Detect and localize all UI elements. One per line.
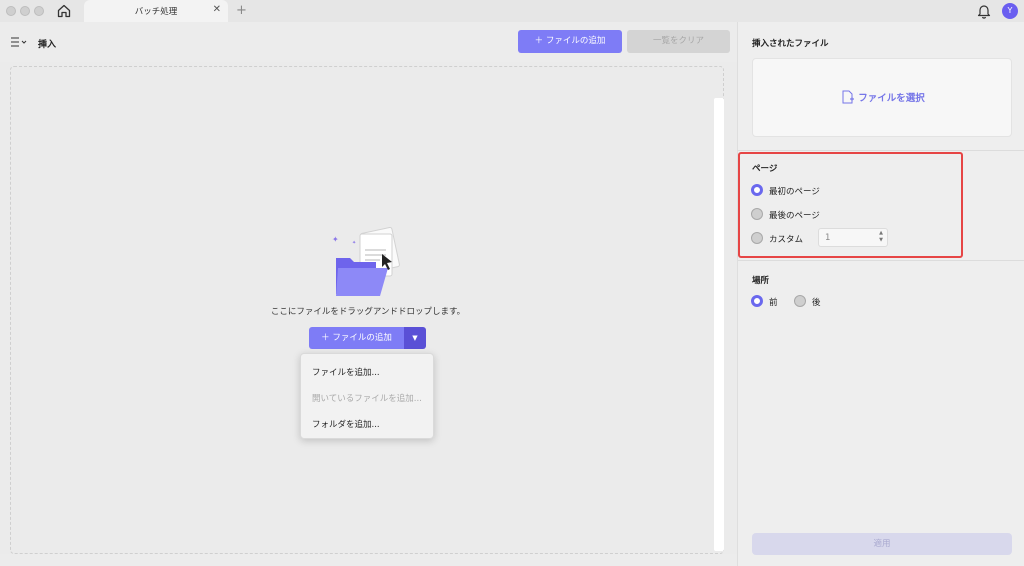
- scrollbar[interactable]: [714, 98, 724, 551]
- select-file-label: ファイルを選択: [858, 93, 925, 104]
- menu-icon[interactable]: [10, 36, 28, 48]
- tab-label: バッチ処理: [134, 7, 178, 17]
- avatar[interactable]: Y: [1002, 3, 1018, 19]
- toolbar: 挿入 ＋ ファイルの追加 一覧をクリア: [0, 22, 737, 62]
- menu-item-add-open-files: 開いているファイルを追加...: [312, 394, 422, 404]
- bell-icon[interactable]: [977, 3, 991, 19]
- tab-batch[interactable]: バッチ処理 ✕: [84, 0, 228, 22]
- page-title: 挿入: [38, 40, 57, 50]
- add-file-dropdown-toggle[interactable]: ▼: [404, 327, 426, 349]
- divider: [738, 150, 1024, 151]
- svg-text:✦: ✦: [352, 240, 356, 246]
- add-file-icon: [842, 90, 855, 104]
- window-close-button[interactable]: [6, 6, 16, 16]
- home-icon[interactable]: [56, 3, 72, 19]
- bottom-strip: [0, 554, 737, 566]
- radio-before[interactable]: [751, 295, 763, 307]
- radio-before-label[interactable]: 前: [769, 296, 778, 308]
- radio-after[interactable]: [794, 295, 806, 307]
- menu-item-add-file[interactable]: ファイルを追加...: [312, 366, 380, 378]
- radio-after-label[interactable]: 後: [812, 296, 821, 308]
- drop-instruction: ここにファイルをドラッグアンドドロップします。: [270, 307, 466, 317]
- page-options-highlight: [738, 152, 963, 258]
- right-panel: 挿入されたファイル ファイルを選択 ページ 最初のページ 最後のページ カスタム…: [737, 22, 1024, 566]
- add-file-dropdown-menu: ファイルを追加... 開いているファイルを追加... フォルダを追加...: [300, 353, 434, 439]
- location-section-title: 場所: [752, 276, 770, 286]
- window-zoom-button[interactable]: [34, 6, 44, 16]
- add-file-main-button[interactable]: ＋ ファイルの追加: [309, 327, 404, 349]
- clear-list-button[interactable]: 一覧をクリア: [627, 30, 730, 53]
- inserted-file-title: 挿入されたファイル: [752, 39, 829, 49]
- svg-text:✦: ✦: [332, 235, 339, 244]
- window-minimize-button[interactable]: [20, 6, 30, 16]
- tab-close-icon[interactable]: ✕: [213, 4, 221, 15]
- select-file-button[interactable]: ファイルを選択: [753, 90, 1013, 104]
- select-file-box[interactable]: ファイルを選択: [752, 58, 1012, 137]
- folder-illustration-icon: ✦ ✦: [332, 226, 400, 296]
- menu-item-add-folder[interactable]: フォルダを追加...: [312, 418, 380, 430]
- add-file-button[interactable]: ＋ ファイルの追加: [518, 30, 622, 53]
- title-bar: バッチ処理 ✕ + Y: [0, 0, 1024, 22]
- divider: [738, 260, 1024, 261]
- new-tab-icon[interactable]: +: [236, 3, 247, 18]
- apply-button[interactable]: 適用: [752, 533, 1012, 555]
